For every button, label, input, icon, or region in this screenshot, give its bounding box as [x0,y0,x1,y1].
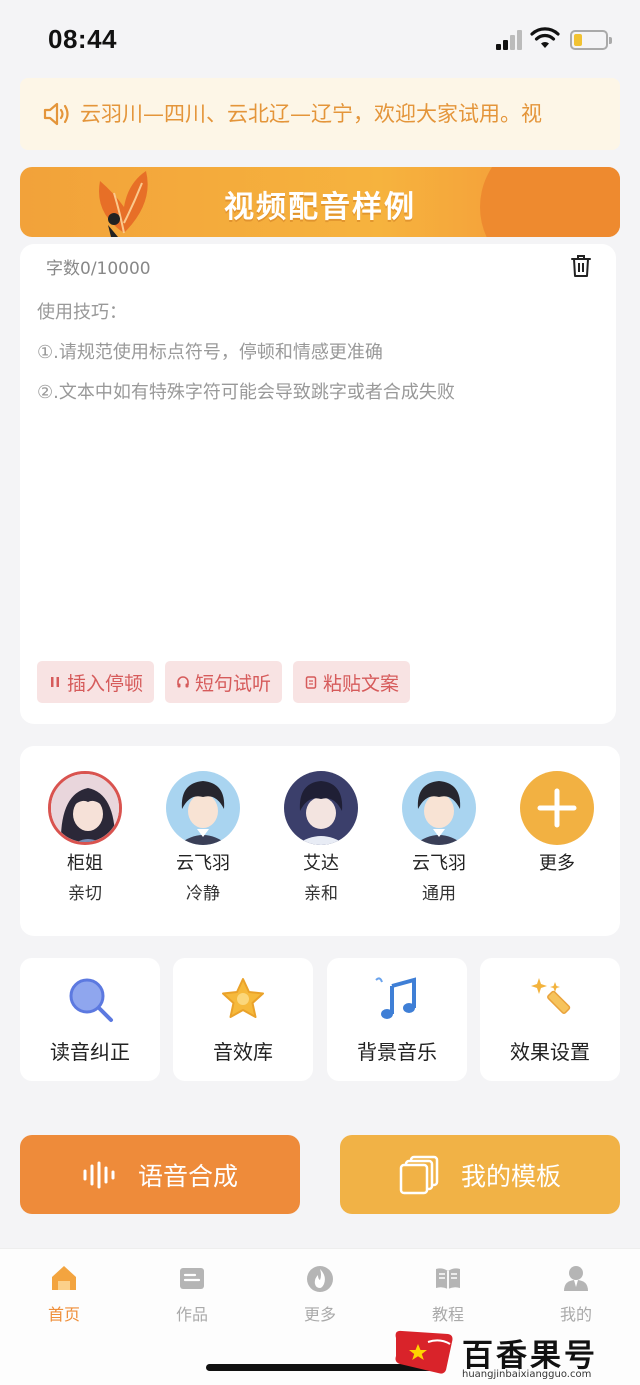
text-editor-card[interactable]: 字数0/10000 使用技巧： ①.请规范使用标点符号，停顿和情感更准确 ②.文… [20,244,616,724]
watermark-logo-icon [395,1330,453,1374]
speech-synthesis-label: 语音合成 [137,1161,238,1191]
video-dubbing-sample-banner[interactable]: 视频配音样例 [20,167,620,237]
notice-text: 云羽川—四川、云北辽—辽宁，欢迎大家试用。视 [80,102,542,126]
status-time: 08:44 [48,24,117,54]
insert-pause-label: 插入停顿 [67,672,144,695]
voice-item[interactable]: 柜姐 亲切 [40,771,130,905]
sound-effects-button[interactable]: 音效库 [173,958,313,1081]
voice-name: 艾达 [303,853,339,874]
book-icon [436,1268,460,1289]
voice-style: 冷静 [186,884,220,904]
preview-sentence-button[interactable]: 短句试听 [165,661,283,703]
watermark: 百香果号 huangjinbaixiangguo.com [392,1328,640,1385]
user-icon [564,1266,588,1291]
avatar-child [284,771,358,845]
tab-label: 更多 [303,1305,336,1324]
tip-punctuation: ①.请规范使用标点符号，停顿和情感更准确 [37,342,383,363]
star-icon [222,978,264,1018]
more-voices-button[interactable]: 更多 [512,771,602,876]
trash-icon[interactable] [570,254,592,278]
voice-item[interactable]: 云飞羽 冷静 [158,771,248,905]
voice-name: 柜姐 [67,853,103,874]
voice-item[interactable]: 云飞羽 通用 [394,771,484,905]
tool-label: 背景音乐 [357,1040,437,1064]
my-templates-label: 我的模板 [460,1161,561,1191]
speaker-icon [43,102,69,126]
tips-title: 使用技巧： [37,302,127,323]
tool-grid: 读音纠正 音效库 背景音乐 效果设置 [20,958,620,1082]
tool-label: 效果设置 [510,1040,590,1064]
tab-mine[interactable]: 我的 [536,1263,616,1325]
voice-style: 亲切 [68,884,102,904]
plus-icon [520,771,594,845]
voice-selector: 柜姐 亲切 云飞羽 冷静 艾达 亲和 云飞羽 通用 更多 [20,746,620,936]
tab-label: 教程 [431,1305,464,1324]
clipboard-icon [305,676,317,689]
avatar-boy [402,771,476,845]
editor-chips: 插入停顿 短句试听 粘贴文案 [37,661,411,703]
tab-tutorial[interactable]: 教程 [408,1263,488,1325]
avatar-girl [48,771,122,845]
battery-icon [570,30,612,50]
tab-label: 首页 [47,1305,80,1324]
cellular-signal-icon [496,30,524,50]
background-music-button[interactable]: 背景音乐 [327,958,467,1081]
tab-works[interactable]: 作品 [152,1263,232,1325]
tool-label: 读音纠正 [50,1040,130,1064]
more-voices-label: 更多 [539,853,575,874]
character-count: 字数0/10000 [46,259,151,279]
speech-synthesis-button[interactable]: 语音合成 [20,1135,300,1214]
banner-title: 视频配音样例 [224,190,416,225]
waveform-icon [83,1161,115,1188]
headphones-icon [177,676,189,688]
watermark-url: huangjinbaixiangguo.com [462,1369,592,1380]
fire-icon [307,1266,333,1292]
voice-style: 亲和 [304,884,338,904]
voice-style: 通用 [422,884,456,904]
pause-icon [51,677,59,687]
effect-settings-button[interactable]: 效果设置 [480,958,620,1081]
avatar-boy [166,771,240,845]
voice-item[interactable]: 艾达 亲和 [276,771,366,905]
tool-label: 音效库 [213,1040,273,1064]
status-bar: 08:44 [0,0,640,80]
pronunciation-correction-button[interactable]: 读音纠正 [20,958,160,1081]
magic-wand-icon [531,978,571,1014]
voice-name: 云飞羽 [412,853,466,874]
tip-special-chars: ②.文本中如有特殊字符可能会导致跳字或者合成失败 [37,382,455,403]
insert-pause-button[interactable]: 插入停顿 [37,661,155,703]
usage-tips: 使用技巧： ①.请规范使用标点符号，停顿和情感更准确 ②.文本中如有特殊字符可能… [37,293,455,413]
preview-sentence-label: 短句试听 [195,672,272,695]
stacked-pages-icon [399,1155,439,1194]
my-templates-button[interactable]: 我的模板 [340,1135,620,1214]
tab-label: 作品 [175,1305,208,1324]
folder-icon [180,1268,204,1289]
tab-label: 我的 [559,1305,592,1324]
home-icon [52,1266,76,1290]
wifi-icon [530,27,560,48]
music-note-icon [375,977,416,1019]
voice-name: 云飞羽 [176,853,230,874]
paste-text-button[interactable]: 粘贴文案 [293,661,411,703]
magnifier-icon [69,978,113,1022]
tab-home[interactable]: 首页 [24,1263,104,1325]
paste-text-label: 粘贴文案 [323,672,400,695]
notice-bar[interactable]: 云羽川—四川、云北辽—辽宁，欢迎大家试用。视 [20,78,620,150]
tab-more[interactable]: 更多 [280,1263,360,1325]
